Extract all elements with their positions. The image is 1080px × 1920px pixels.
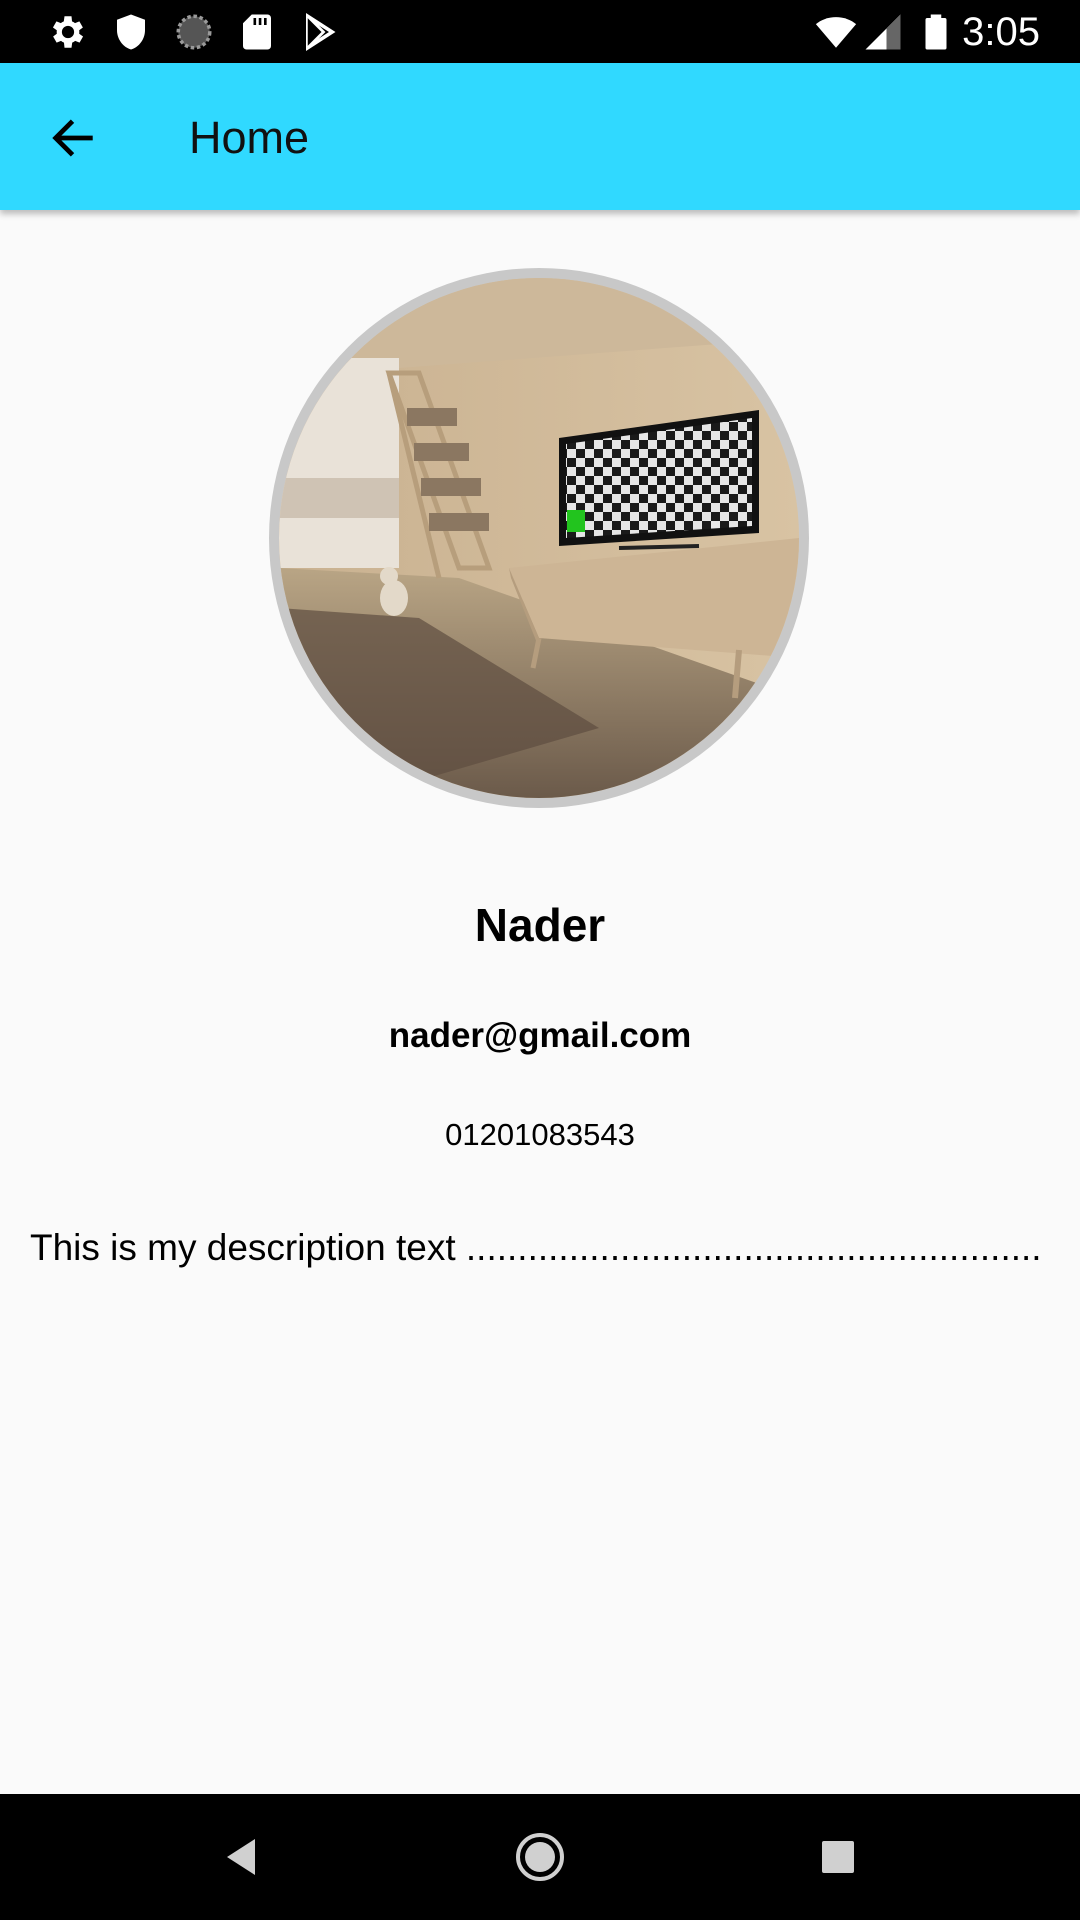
profile-phone: 01201083543	[445, 1117, 635, 1152]
nav-home-button[interactable]	[505, 1822, 575, 1892]
home-circle-icon	[505, 1822, 575, 1892]
arrow-back-icon	[47, 112, 99, 164]
cell-signal-icon	[862, 11, 904, 53]
sync-icon	[173, 11, 215, 53]
nav-back-button[interactable]	[207, 1822, 277, 1892]
avatar-room-image	[279, 278, 799, 798]
page-title: Home	[189, 112, 310, 163]
nav-recents-button[interactable]	[803, 1822, 873, 1892]
app-bar: Home	[0, 63, 1080, 210]
wifi-icon	[812, 11, 860, 53]
profile-name: Nader	[474, 899, 606, 951]
back-button[interactable]	[38, 103, 108, 173]
back-triangle-icon	[207, 1822, 277, 1892]
avatar-frame	[269, 268, 809, 808]
sd-card-icon	[236, 11, 278, 53]
status-bar: 3:05	[0, 0, 1080, 63]
settings-icon	[47, 11, 89, 53]
profile-email: nader@gmail.com	[388, 1016, 692, 1055]
shield-icon	[110, 11, 152, 53]
recents-square-icon	[803, 1822, 873, 1892]
profile-description: This is my description text ............…	[30, 1227, 1042, 1268]
avatar[interactable]	[279, 278, 799, 798]
battery-icon	[915, 11, 957, 53]
play-store-icon	[299, 11, 341, 53]
system-nav-bar	[0, 1794, 1080, 1920]
status-time: 3:05	[962, 10, 1040, 54]
